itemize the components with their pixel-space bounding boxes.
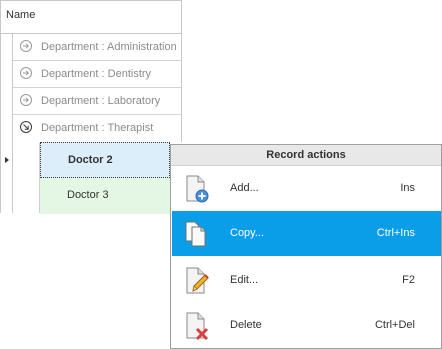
group-label: Department : Dentistry — [41, 68, 152, 80]
menu-item-label: Add... — [230, 182, 259, 194]
menu-item-copy[interactable]: Copy... Ctrl+Ins — [172, 211, 441, 256]
copy-document-icon — [183, 219, 211, 249]
menu-item-edit[interactable]: Edit... F2 — [172, 258, 441, 303]
menu-item-add[interactable]: Add... Ins — [172, 166, 441, 211]
context-menu-title: Record actions — [171, 145, 441, 166]
tree-indent-guide — [13, 143, 40, 213]
add-document-icon — [183, 174, 211, 204]
edit-document-icon — [183, 266, 211, 296]
row-label: Doctor 3 — [67, 189, 109, 201]
delete-document-icon — [183, 311, 211, 341]
menu-item-delete[interactable]: Delete Ctrl+Del — [172, 303, 441, 348]
menu-item-shortcut: Ctrl+Del — [374, 319, 415, 331]
group-row-administration[interactable]: Department : Administration — [13, 34, 182, 61]
current-row-indicator-icon — [5, 157, 9, 163]
context-menu: Record actions Add... Ins Copy... Ctrl+I… — [170, 144, 442, 349]
data-grid: Name Department : Administration Departm… — [0, 0, 182, 214]
group-row-dentistry[interactable]: Department : Dentistry — [13, 61, 182, 88]
expand-arrow-icon[interactable] — [20, 67, 32, 79]
row-indicator-column — [0, 34, 13, 213]
group-label: Department : Therapist — [41, 122, 154, 134]
column-header-label: Name — [6, 9, 36, 21]
group-row-therapist[interactable]: Department : Therapist — [13, 115, 182, 142]
group-label: Department : Administration — [41, 41, 177, 53]
menu-item-shortcut: F2 — [402, 274, 415, 286]
menu-item-label: Copy... — [230, 227, 265, 239]
table-row[interactable]: Doctor 3 — [40, 178, 170, 214]
column-header-name[interactable]: Name — [0, 0, 182, 34]
menu-item-shortcut: Ins — [400, 182, 415, 194]
expand-arrow-icon[interactable] — [20, 40, 32, 52]
group-row-laboratory[interactable]: Department : Laboratory — [13, 88, 182, 115]
row-label: Doctor 2 — [68, 154, 113, 166]
menu-item-shortcut: Ctrl+Ins — [376, 227, 415, 239]
table-row[interactable]: Doctor 2 — [40, 142, 170, 178]
menu-item-label: Delete — [230, 319, 262, 331]
collapse-arrow-icon[interactable] — [20, 121, 32, 133]
group-label: Department : Laboratory — [41, 95, 161, 107]
expand-arrow-icon[interactable] — [20, 94, 32, 106]
menu-item-label: Edit... — [230, 274, 259, 286]
